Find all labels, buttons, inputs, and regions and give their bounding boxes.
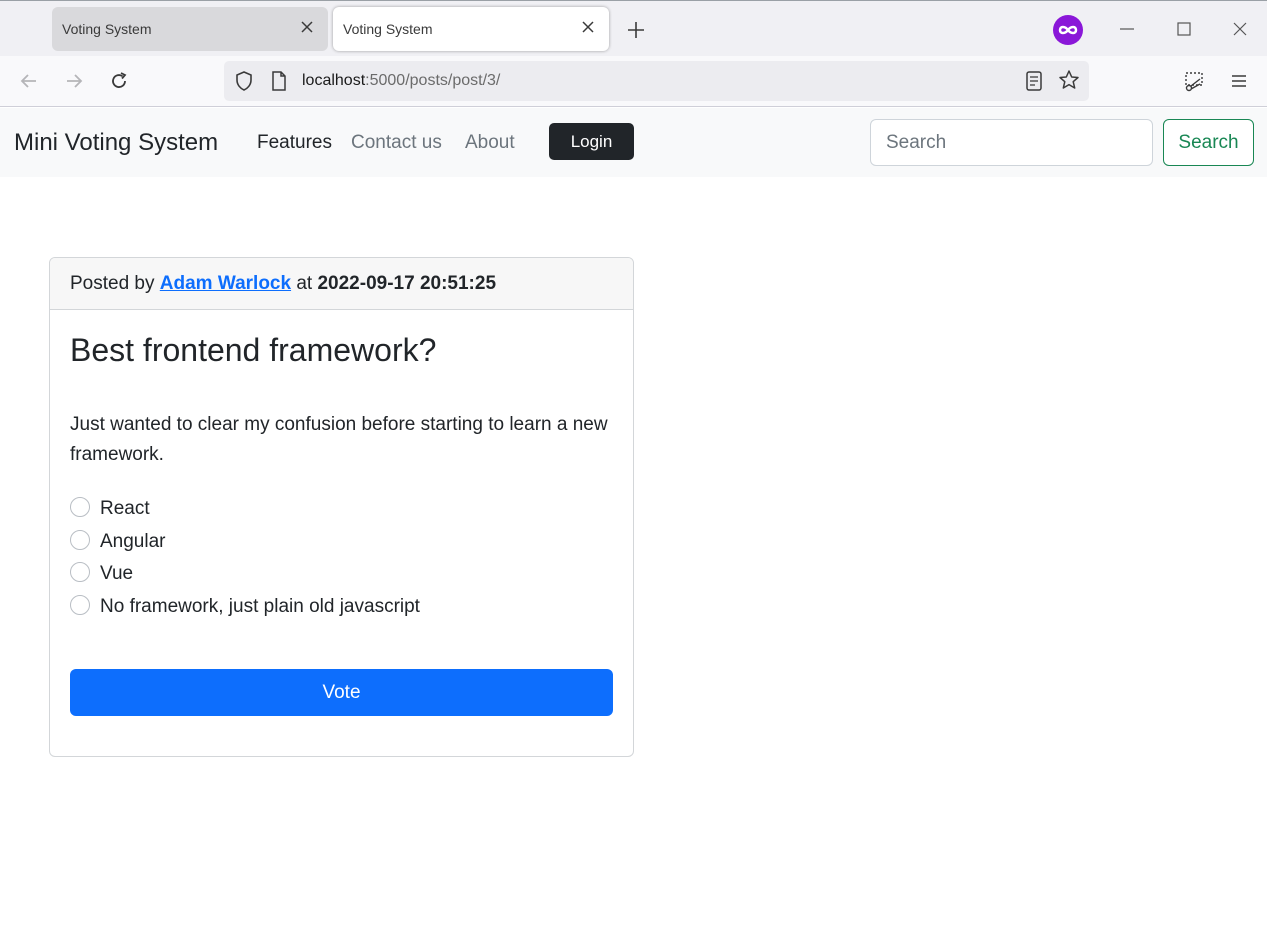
search-button[interactable]: Search	[1163, 119, 1254, 166]
close-icon[interactable]	[298, 18, 316, 36]
page-icon[interactable]	[269, 70, 289, 92]
search-input[interactable]	[870, 119, 1153, 166]
address-bar[interactable]: localhost:5000/posts/post/3/	[224, 61, 1089, 101]
nav-link-about[interactable]: About	[465, 132, 515, 154]
bookmark-star-icon[interactable]	[1058, 69, 1080, 91]
option-label: Angular	[100, 530, 166, 552]
brand-link[interactable]: Mini Voting System	[14, 129, 218, 157]
browser-toolbar: localhost:5000/posts/post/3/	[0, 56, 1267, 107]
browser-tab-inactive[interactable]: Voting System	[52, 7, 328, 51]
radio-button[interactable]	[70, 562, 90, 583]
browser-tab-active[interactable]: Voting System	[333, 7, 609, 51]
close-icon[interactable]	[579, 18, 597, 36]
vote-option[interactable]: React	[70, 493, 420, 526]
post-description: Just wanted to clear my confusion before…	[70, 414, 608, 465]
post-meta: Posted by Adam Warlock at 2022-09-17 20:…	[70, 273, 497, 294]
reload-icon[interactable]	[108, 70, 130, 92]
post-card-header: Posted by Adam Warlock at 2022-09-17 20:…	[50, 258, 633, 310]
url-text: localhost:5000/posts/post/3/	[302, 72, 501, 89]
option-label: React	[100, 498, 150, 520]
option-label: Vue	[100, 563, 134, 585]
post-card: Posted by Adam Warlock at 2022-09-17 20:…	[49, 257, 634, 757]
hamburger-menu-icon[interactable]	[1228, 70, 1250, 92]
post-title: Best frontend framework?	[70, 332, 437, 368]
maximize-icon[interactable]	[1174, 19, 1194, 39]
window-close-icon[interactable]	[1230, 19, 1250, 39]
vote-option[interactable]: Vue	[70, 558, 420, 591]
login-button[interactable]: Login	[549, 123, 634, 160]
radio-button[interactable]	[70, 529, 90, 550]
post-timestamp: 2022-09-17 20:51:25	[317, 273, 497, 294]
vote-option[interactable]: Angular	[70, 526, 420, 559]
option-label: No framework, just plain old javascript	[100, 595, 420, 617]
reader-view-icon[interactable]	[1024, 70, 1044, 92]
browser-tab-strip: Voting System Voting System	[0, 0, 1267, 56]
radio-button[interactable]	[70, 497, 90, 518]
forward-arrow-icon[interactable]	[63, 70, 85, 92]
author-link[interactable]: Adam Warlock	[160, 273, 291, 294]
nav-link-features[interactable]: Features	[257, 132, 332, 154]
tab-title: Voting System	[62, 21, 152, 37]
nav-link-contact[interactable]: Contact us	[351, 132, 442, 154]
site-navbar: Mini Voting System Features Contact us A…	[0, 108, 1267, 177]
minimize-icon[interactable]	[1117, 19, 1137, 39]
private-browsing-icon[interactable]	[1053, 15, 1083, 45]
vote-options: React Angular Vue No framework, just pla…	[70, 493, 420, 623]
shield-icon[interactable]	[233, 70, 255, 92]
vote-option[interactable]: No framework, just plain old javascript	[70, 591, 420, 624]
screenshot-icon[interactable]	[1183, 70, 1205, 92]
new-tab-plus-icon[interactable]	[626, 20, 646, 40]
tab-title: Voting System	[343, 21, 433, 37]
vote-button[interactable]: Vote	[70, 669, 613, 716]
back-arrow-icon[interactable]	[18, 70, 40, 92]
radio-button[interactable]	[70, 594, 90, 615]
